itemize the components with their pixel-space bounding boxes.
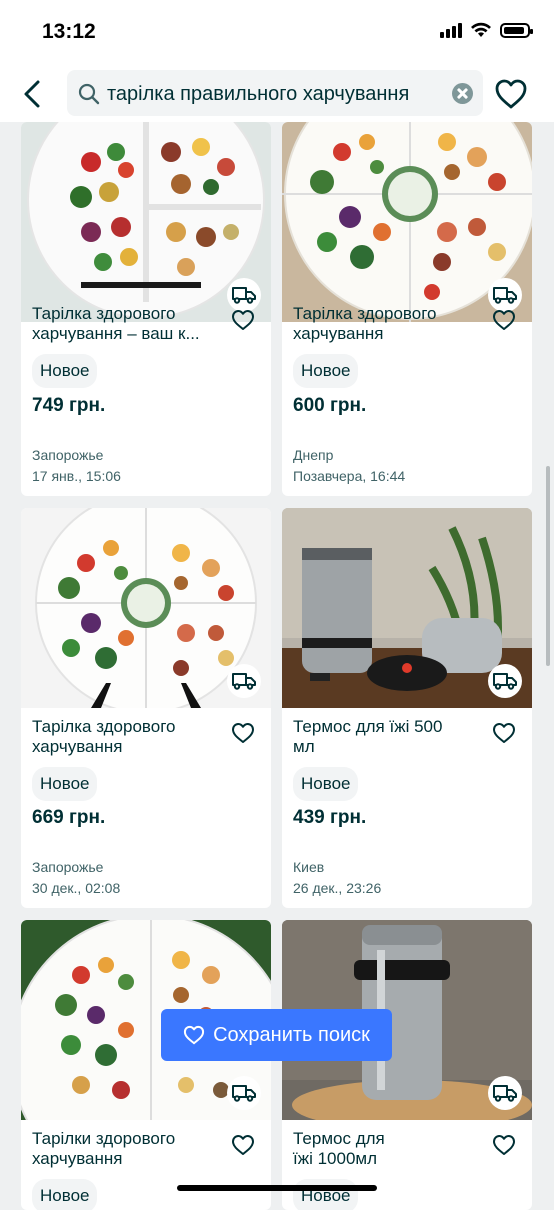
heart-icon[interactable] (492, 1134, 516, 1156)
status-bar: 13:12 (0, 0, 554, 66)
clear-icon[interactable] (452, 83, 473, 104)
listing-location: Запорожье (32, 859, 104, 875)
listing-price: 439 грн. (293, 807, 367, 828)
listing-date: Позавчера, 16:44 (293, 468, 406, 484)
listing-title[interactable]: Термос для їжі 500 мл (293, 717, 443, 757)
listing-location: Запорожье (32, 447, 104, 463)
heart-icon[interactable] (231, 1134, 255, 1156)
listing-location: Киев (293, 859, 325, 875)
condition-badge: Новое (293, 767, 359, 801)
listing-card[interactable]: Термос для їжі 500 мл Новое 439 грн. Кие… (282, 508, 532, 908)
condition-badge: Новое (32, 354, 98, 388)
listing-card[interactable]: Тарілка здорового харчування – ваш к... … (21, 122, 271, 496)
condition-badge: Новое (32, 767, 98, 801)
truck-icon (232, 1085, 256, 1102)
back-button[interactable] (16, 76, 52, 112)
battery-icon (500, 22, 533, 38)
truck-icon (493, 1085, 517, 1102)
listing-card[interactable]: Тарілка здорового харчування Новое 600 г… (282, 122, 532, 496)
listing-title[interactable]: Термос для їжі 1000мл (293, 1129, 403, 1169)
delivery-badge (488, 664, 522, 698)
listing-title[interactable]: Тарілка здорового харчування (293, 304, 489, 344)
listing-price: 600 грн. (293, 395, 367, 416)
delivery-badge (488, 278, 522, 312)
condition-badge: Новое (32, 1179, 98, 1210)
search-icon (78, 83, 100, 105)
listing-price: 749 грн. (32, 395, 106, 416)
save-search-label: Сохранить поиск (213, 1023, 370, 1046)
truck-icon (493, 673, 517, 690)
truck-icon (232, 673, 256, 690)
truck-icon (232, 287, 256, 304)
heart-icon[interactable] (494, 78, 528, 110)
listing-card[interactable]: Термос для їжі 1000мл Новое (282, 920, 532, 1210)
delivery-badge (488, 1076, 522, 1110)
delivery-badge (227, 1076, 261, 1110)
listing-date: 26 дек., 23:26 (293, 880, 382, 896)
listing-title[interactable]: Тарілка здорового харчування – ваш к... (32, 304, 228, 344)
listing-title[interactable]: Тарілки здорового харчування (32, 1129, 228, 1169)
condition-badge: Новое (293, 354, 359, 388)
truck-icon (493, 287, 517, 304)
heart-icon[interactable] (492, 309, 516, 331)
listing-card[interactable]: Тарілка здорового харчування Новое 669 г… (21, 508, 271, 908)
search-query: тарілка правильного харчування (107, 83, 410, 105)
search-header: тарілка правильного харчування (0, 66, 554, 122)
listing-date: 17 янв., 15:06 (32, 468, 121, 484)
status-icons (440, 22, 533, 38)
status-time: 13:12 (42, 20, 96, 43)
delivery-badge (227, 278, 261, 312)
home-indicator[interactable] (177, 1185, 377, 1191)
heart-icon[interactable] (231, 722, 255, 744)
scrollbar[interactable] (546, 466, 550, 666)
listing-date: 30 дек., 02:08 (32, 880, 121, 896)
search-input[interactable]: тарілка правильного харчування (67, 70, 483, 116)
heart-icon[interactable] (492, 722, 516, 744)
listing-price: 669 грн. (32, 807, 106, 828)
delivery-badge (227, 664, 261, 698)
listing-title[interactable]: Тарілка здорового харчування (32, 717, 228, 757)
listing-image (282, 508, 532, 708)
listing-card[interactable]: Тарілки здорового харчування Новое (21, 920, 271, 1210)
condition-badge: Новое (293, 1179, 359, 1210)
listing-location: Днепр (293, 447, 334, 463)
heart-icon[interactable] (231, 309, 255, 331)
wifi-icon (471, 22, 491, 37)
heart-icon (183, 1025, 205, 1045)
signal-icon (440, 22, 462, 38)
listing-image (282, 122, 532, 322)
save-search-button[interactable]: Сохранить поиск (161, 1009, 392, 1061)
listing-image (21, 122, 271, 322)
listing-image (21, 508, 271, 708)
chevron-left-icon (24, 80, 40, 108)
